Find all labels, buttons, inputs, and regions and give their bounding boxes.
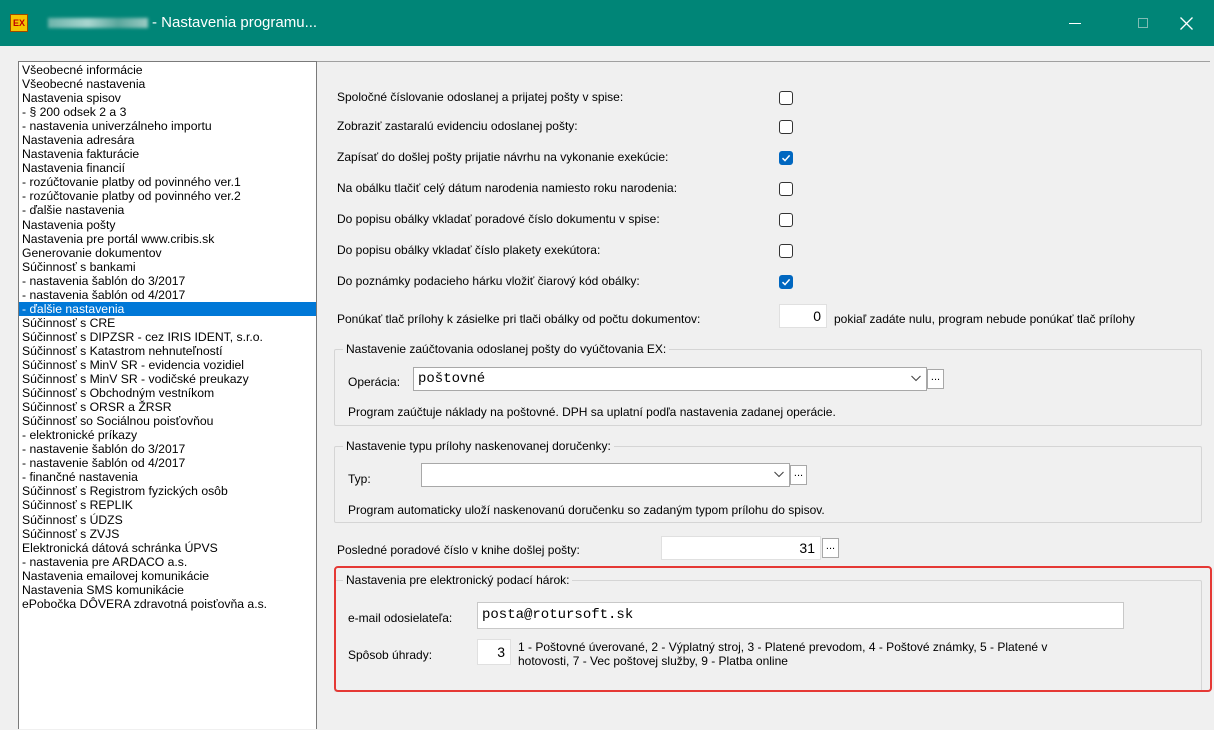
tree-item[interactable]: - nastavenia šablón od 4/2017 xyxy=(19,288,316,302)
tree-item[interactable]: Súčinnosť so Sociálnou poisťovňou xyxy=(19,414,316,428)
window-title: - Nastavenia programu... xyxy=(152,14,318,31)
setting-checkbox[interactable] xyxy=(779,182,793,196)
attachment-print-label: Ponúkať tlač prílohy k zásielke pri tlač… xyxy=(337,312,701,326)
tree-item[interactable]: - finančné nastavenia xyxy=(19,470,316,484)
tree-item[interactable]: - nastavenia univerzálneho importu xyxy=(19,119,316,133)
payment-label: Spôsob úhrady: xyxy=(348,648,433,662)
tree-item[interactable]: - nastavenia pre ARDACO a.s. xyxy=(19,555,316,569)
checkbox-label: Spoločné číslovanie odoslanej a prijatej… xyxy=(337,90,624,104)
tree-item[interactable]: Nastavenia SMS komunikácie xyxy=(19,583,316,597)
tree-item[interactable]: Súčinnosť s CRE xyxy=(19,316,316,330)
tree-item[interactable]: - nastavenie šablón od 4/2017 xyxy=(19,456,316,470)
tree-item[interactable]: - rozúčtovanie platby od povinného ver.2 xyxy=(19,189,316,203)
tree-item[interactable]: Súčinnosť s MinV SR - evidencia vozidiel xyxy=(19,358,316,372)
attachment-count-input[interactable]: 0 xyxy=(779,304,827,328)
minimize-icon xyxy=(1069,23,1081,24)
setting-checkbox[interactable] xyxy=(779,91,793,105)
checkmark-icon xyxy=(781,278,791,286)
tree-item[interactable]: Súčinnosť s REPLIK xyxy=(19,498,316,512)
tree-item[interactable]: Elektronická dátová schránka ÚPVS xyxy=(19,541,316,555)
tree-item[interactable]: - rozúčtovanie platby od povinného ver.1 xyxy=(19,175,316,189)
maximize-button xyxy=(1120,0,1166,46)
last-number-label: Posledné poradové číslo v knihe došlej p… xyxy=(337,543,580,557)
redacted-app-name xyxy=(48,18,148,28)
tree-item[interactable]: Súčinnosť s DIPZSR - cez IRIS IDENT, s.r… xyxy=(19,330,316,344)
settings-tree[interactable]: Všeobecné informácie Všeobecné nastavenia… xyxy=(18,61,317,729)
settings-panel: Spoločné číslovanie odoslanej a prijatej… xyxy=(317,61,1210,730)
tree-item[interactable]: Súčinnosť s ZVJS xyxy=(19,527,316,541)
payment-method-input[interactable]: 3 xyxy=(477,639,511,665)
tree-item[interactable]: Súčinnosť s bankami xyxy=(19,260,316,274)
email-label: e-mail odosielateľa: xyxy=(348,611,453,625)
tree-item[interactable]: - ďalšie nastavenia xyxy=(19,301,316,316)
close-icon xyxy=(1179,16,1193,30)
tree-item[interactable]: Súčinnosť s ÚDZS xyxy=(19,513,316,527)
type-select[interactable] xyxy=(421,463,790,487)
setting-checkbox[interactable] xyxy=(779,275,793,289)
maximize-icon xyxy=(1138,18,1148,28)
checkbox-label: Zobraziť zastaralú evidenciu odoslanej p… xyxy=(337,119,578,133)
tree-item[interactable]: - elektronické príkazy xyxy=(19,428,316,442)
tree-item[interactable]: - nastavenie šablón do 3/2017 xyxy=(19,442,316,456)
checkmark-icon xyxy=(781,154,791,162)
operation-value: poštovné xyxy=(418,371,486,387)
setting-checkbox[interactable] xyxy=(779,213,793,227)
checkbox-label: Zapísať do došlej pošty prijatie návrhu … xyxy=(337,150,669,164)
tree-item[interactable]: Nastavenia fakturácie xyxy=(19,147,316,161)
tree-item[interactable]: Súčinnosť s Obchodným vestníkom xyxy=(19,386,316,400)
attachment-type-group: Nastavenie typu prílohy naskenovanej dor… xyxy=(334,439,1202,523)
tree-item[interactable]: Nastavenia adresára xyxy=(19,133,316,147)
checkbox-label: Do popisu obálky vkladať číslo plakety e… xyxy=(337,243,601,257)
accounting-note: Program zaúčtuje náklady na poštovné. DP… xyxy=(348,405,836,419)
attachment-type-group-title: Nastavenie typu prílohy naskenovanej dor… xyxy=(343,439,614,453)
chevron-down-icon xyxy=(774,471,784,478)
tree-item[interactable]: Generovanie dokumentov xyxy=(19,246,316,260)
e-sheet-group-title: Nastavenia pre elektronický podací hárok… xyxy=(343,573,573,587)
tree-item[interactable]: ePobočka DÔVERA zdravotná poisťovňa a.s. xyxy=(19,597,316,611)
setting-checkbox[interactable] xyxy=(779,120,793,134)
tree-item[interactable]: Nastavenia spisov xyxy=(19,91,316,105)
sender-email-input[interactable]: posta@rotursoft.sk xyxy=(477,602,1124,629)
tree-item[interactable]: Súčinnosť s MinV SR - vodičské preukazy xyxy=(19,372,316,386)
last-number-input[interactable]: 31 xyxy=(661,536,821,560)
accounting-group-title: Nastavenie zaúčtovania odoslanej pošty d… xyxy=(343,342,670,356)
tree-item[interactable]: Všeobecné nastavenia xyxy=(19,77,316,91)
setting-checkbox[interactable] xyxy=(779,151,793,165)
operation-select[interactable]: poštovné xyxy=(413,367,927,391)
checkbox-label: Do popisu obálky vkladať poradové číslo … xyxy=(337,212,660,226)
accounting-group: Nastavenie zaúčtovania odoslanej pošty d… xyxy=(334,342,1202,426)
checkbox-label: Na obálku tlačiť celý dátum narodenia na… xyxy=(337,181,678,195)
tree-item[interactable]: - § 200 odsek 2 a 3 xyxy=(19,105,316,119)
chevron-down-icon xyxy=(911,375,921,382)
tree-item[interactable]: Všeobecné informácie xyxy=(19,63,316,77)
setting-checkbox[interactable] xyxy=(779,244,793,258)
last-number-browse-button[interactable]: ... xyxy=(822,538,839,558)
tree-item[interactable]: - nastavenia šablón do 3/2017 xyxy=(19,274,316,288)
attachment-type-note: Program automaticky uloží naskenovanú do… xyxy=(348,503,825,517)
app-icon: EX xyxy=(10,14,28,32)
operation-label: Operácia: xyxy=(348,375,401,389)
payment-desc-line2: hotovosti, 7 - Vec poštovej služby, 9 - … xyxy=(518,654,788,668)
tree-item[interactable]: Súčinnosť s ORSR a ŽRSR xyxy=(19,400,316,414)
type-label: Typ: xyxy=(348,472,371,486)
payment-desc-line1: 1 - Poštovné úverované, 2 - Výplatný str… xyxy=(518,640,1048,654)
tree-item[interactable]: Nastavenia emailovej komunikácie xyxy=(19,569,316,583)
checkbox-label: Do poznámky podacieho hárku vložiť čiaro… xyxy=(337,274,640,288)
e-sheet-group: Nastavenia pre elektronický podací hárok… xyxy=(334,573,1202,692)
tree-item[interactable]: Súčinnosť s Katastrom nehnuteľností xyxy=(19,344,316,358)
tree-item[interactable]: Súčinnosť s Registrom fyzických osôb xyxy=(19,484,316,498)
tree-item[interactable]: Nastavenia financií xyxy=(19,161,316,175)
type-browse-button[interactable]: ... xyxy=(790,465,807,485)
tree-item[interactable]: - ďalšie nastavenia xyxy=(19,203,316,217)
operation-browse-button[interactable]: ... xyxy=(927,369,944,389)
tree-item[interactable]: Nastavenia pre portál www.cribis.sk xyxy=(19,232,316,246)
close-button[interactable] xyxy=(1163,0,1209,46)
tree-item[interactable]: Nastavenia pošty xyxy=(19,218,316,232)
title-bar: EX - Nastavenia programu... xyxy=(0,0,1214,46)
minimize-button[interactable] xyxy=(1052,0,1098,46)
attachment-print-hint: pokiaľ zadáte nulu, program nebude ponúk… xyxy=(834,312,1135,326)
